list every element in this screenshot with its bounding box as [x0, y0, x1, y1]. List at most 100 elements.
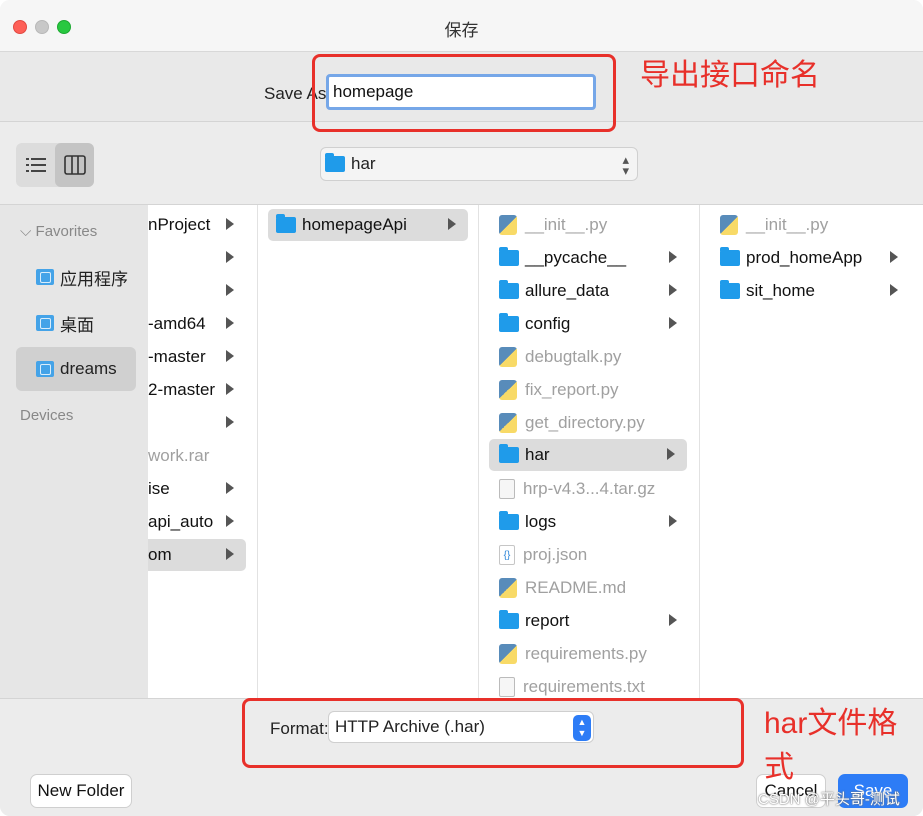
python-file-icon: [499, 347, 517, 367]
location-dropdown[interactable]: har ▴ ▾: [320, 147, 638, 181]
new-folder-button[interactable]: New Folder: [30, 774, 132, 808]
desktop-folder-icon: [36, 315, 54, 331]
location-value: har: [351, 154, 376, 173]
disclosure-arrow-icon: [669, 515, 677, 527]
annotation-box-format: [242, 698, 744, 768]
list-item[interactable]: __init__.py: [489, 209, 689, 241]
list-item[interactable]: hrp-v4.3...4.tar.gz: [489, 473, 689, 505]
list-item[interactable]: prod_homeApp: [710, 242, 910, 274]
applications-folder-icon: [36, 269, 54, 285]
disclosure-arrow-icon: [226, 350, 234, 362]
item-label: debugtalk.py: [525, 347, 622, 366]
list-item[interactable]: {} proj.json: [489, 539, 689, 571]
folder-icon: [720, 247, 740, 266]
annotation-text-save-name: 导出接口命名: [640, 59, 820, 92]
item-label: om: [148, 545, 172, 564]
archive-file-icon: [499, 479, 515, 499]
disclosure-arrow-icon: [890, 284, 898, 296]
folder-icon: [325, 153, 345, 172]
disclosure-arrow-icon: [226, 317, 234, 329]
sidebar-item-label: 桌面: [60, 315, 94, 335]
list-item[interactable]: debugtalk.py: [489, 341, 689, 373]
item-label: -master: [148, 347, 206, 366]
title-bar: 保存: [0, 0, 923, 52]
file-browser: ⌵ Favorites 应用程序 桌面 dreams Devices nProj…: [0, 205, 923, 698]
list-item[interactable]: allure_data: [489, 275, 689, 307]
sidebar: ⌵ Favorites 应用程序 桌面 dreams Devices: [0, 205, 148, 698]
sidebar-item-label: dreams: [60, 359, 117, 378]
item-label: work.rar: [148, 446, 210, 465]
item-label: 2-master: [148, 380, 216, 399]
disclosure-arrow-icon: [226, 284, 234, 296]
disclosure-arrow-icon: [226, 218, 234, 230]
list-item[interactable]: report: [489, 605, 689, 637]
watermark: CSDN @平头哥-测试: [758, 791, 900, 808]
list-item[interactable]: work.rar: [148, 440, 246, 472]
folder-icon: [499, 280, 519, 299]
item-label: sit_home: [746, 281, 815, 300]
disclosure-arrow-icon: [448, 218, 456, 230]
list-item[interactable]: homepageApi: [268, 209, 468, 241]
disclosure-arrow-icon: [667, 448, 675, 460]
folder-icon: [499, 313, 519, 332]
json-file-icon: {}: [499, 545, 515, 565]
python-file-icon: [499, 413, 517, 433]
list-item[interactable]: har: [489, 439, 687, 471]
browser-column-1: nProject -amd64 -master 2-master work.ra…: [148, 205, 258, 698]
disclosure-arrow-icon: [226, 482, 234, 494]
list-item[interactable]: -amd64: [148, 308, 246, 340]
item-label: report: [525, 611, 570, 630]
disclosure-arrow-icon: [226, 383, 234, 395]
folder-icon: [499, 610, 519, 629]
item-label: proj.json: [523, 545, 588, 564]
list-item[interactable]: __pycache__: [489, 242, 689, 274]
column-view-icon[interactable]: [55, 143, 94, 187]
disclosure-arrow-icon: [669, 614, 677, 626]
list-view-icon[interactable]: [16, 143, 55, 187]
item-label: get_directory.py: [525, 413, 645, 432]
browser-column-4: __init__.py prod_homeApp sit_home: [700, 205, 923, 698]
list-item[interactable]: om: [148, 539, 246, 571]
sidebar-item-desktop[interactable]: 桌面: [16, 301, 136, 345]
item-label: homepageApi: [302, 215, 407, 234]
disclosure-arrow-icon: [226, 416, 234, 428]
python-file-icon: [499, 380, 517, 400]
list-item[interactable]: [148, 407, 246, 439]
annotation-box-save-name: [312, 54, 616, 132]
item-label: allure_data: [525, 281, 610, 300]
list-item[interactable]: [148, 275, 246, 307]
item-label: __init__.py: [746, 215, 829, 234]
list-item[interactable]: 2-master: [148, 374, 246, 406]
python-file-icon: [499, 215, 517, 235]
markdown-file-icon: [499, 578, 517, 598]
list-item[interactable]: requirements.py: [489, 638, 689, 670]
sidebar-item-label: 应用程序: [60, 269, 128, 289]
item-label: requirements.txt: [523, 677, 645, 696]
list-item[interactable]: __init__.py: [710, 209, 910, 241]
item-label: api_auto: [148, 512, 214, 531]
item-label: ise: [148, 479, 170, 498]
folder-icon: [276, 214, 296, 233]
list-item[interactable]: config: [489, 308, 689, 340]
item-label: fix_report.py: [525, 380, 619, 399]
item-label: hrp-v4.3...4.tar.gz: [523, 479, 656, 498]
favorites-header: ⌵ Favorites: [20, 223, 98, 240]
sidebar-item-dreams[interactable]: dreams: [16, 347, 136, 391]
browser-toolbar: har ▴ ▾: [0, 123, 923, 205]
list-item[interactable]: ise: [148, 473, 246, 505]
list-item[interactable]: README.md: [489, 572, 689, 604]
item-label: har: [525, 445, 550, 464]
list-item[interactable]: -master: [148, 341, 246, 373]
item-label: config: [525, 314, 571, 333]
list-item[interactable]: api_auto: [148, 506, 246, 538]
list-item[interactable]: [148, 242, 246, 274]
list-item[interactable]: sit_home: [710, 275, 910, 307]
list-item[interactable]: fix_report.py: [489, 374, 689, 406]
list-item[interactable]: get_directory.py: [489, 407, 689, 439]
item-label: prod_homeApp: [746, 248, 863, 267]
list-item[interactable]: nProject: [148, 209, 246, 241]
python-file-icon: [499, 644, 517, 664]
item-label: __pycache__: [525, 248, 627, 267]
sidebar-item-applications[interactable]: 应用程序: [16, 255, 136, 299]
list-item[interactable]: logs: [489, 506, 689, 538]
